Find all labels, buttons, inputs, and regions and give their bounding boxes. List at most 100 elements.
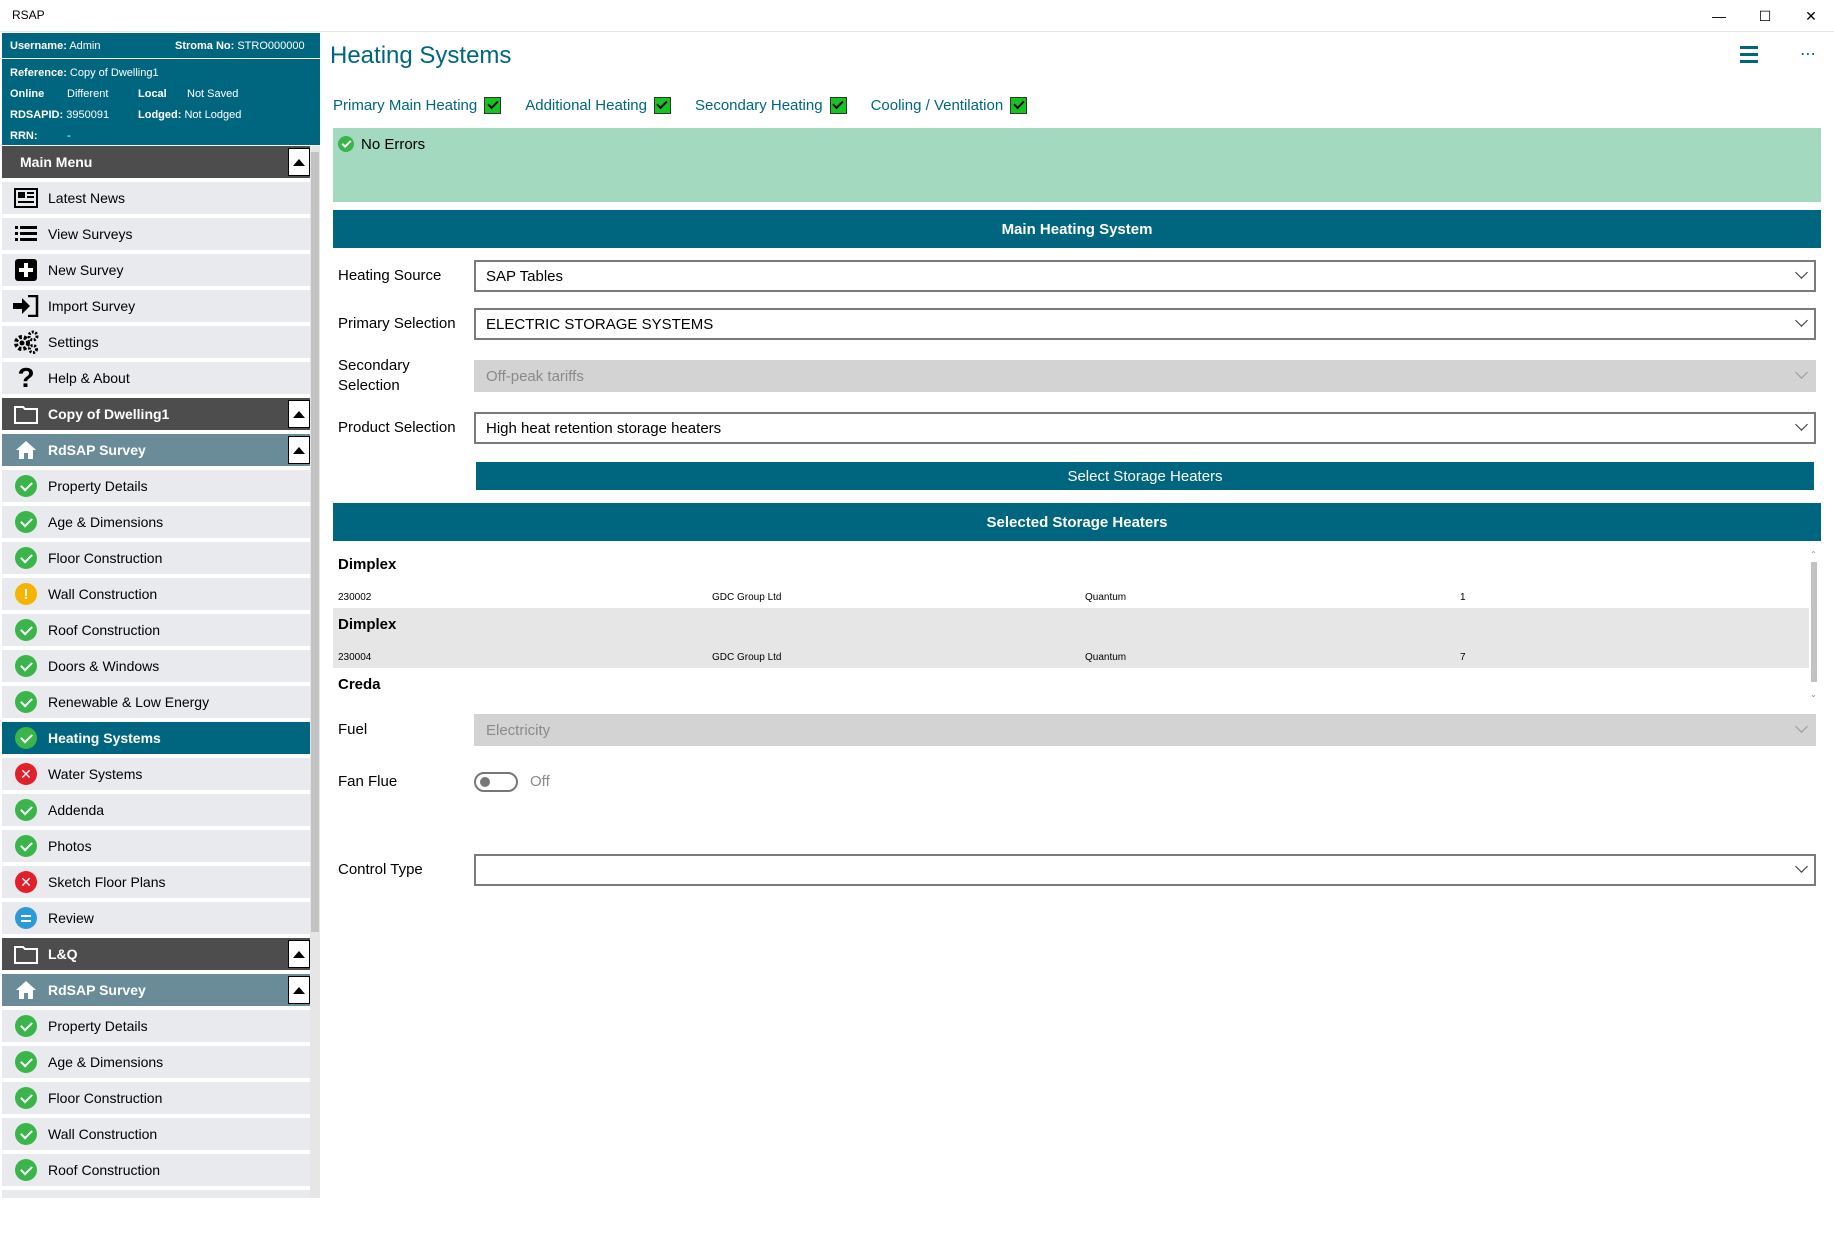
sidebar-item-label: Heating Systems [48, 730, 161, 746]
heater-list-scrollbar-thumb[interactable] [1811, 562, 1817, 682]
sidebar-item-wall-construction[interactable]: Wall Construction [2, 1118, 310, 1152]
heating-source-value: SAP Tables [486, 267, 563, 285]
menu-item-view-surveys[interactable]: View Surveys [2, 218, 310, 252]
menu-item-help-about[interactable]: ? Help & About [2, 362, 310, 396]
tab-secondary-heating[interactable]: Secondary Heating [695, 94, 847, 116]
fuel-select[interactable]: Electricity [474, 714, 1816, 746]
sidebar-item-review[interactable]: Review [2, 902, 310, 936]
fan-flue-state: Off [530, 773, 550, 790]
heater-manufacturer: GDC Group Ltd [712, 652, 782, 663]
heater-list-scrollbar[interactable]: ⌃ ⌄ [1809, 550, 1819, 702]
minimize-button[interactable]: — [1696, 0, 1742, 32]
scroll-up-icon[interactable]: ⌃ [1810, 550, 1817, 559]
dwelling-label: L&Q [48, 946, 78, 962]
tab-label: Cooling / Ventilation [870, 96, 1004, 114]
sidebar-item-addenda[interactable]: Addenda [2, 794, 310, 828]
sidebar-item-photos[interactable]: Photos [2, 830, 310, 864]
chevron-down-icon [1795, 720, 1808, 733]
sidebar-item-wall-construction[interactable]: ! Wall Construction [2, 578, 310, 612]
sidebar-scrollbar-thumb[interactable] [311, 152, 319, 932]
menu-item-label: Settings [48, 334, 99, 350]
menu-item-label: View Surveys [48, 226, 133, 242]
list-item[interactable]: Dimplex 230004 GDC Group Ltd Quantum 7 [333, 608, 1809, 668]
dwelling-header-copy-of-dwelling1[interactable]: Copy of Dwelling1 [2, 398, 310, 432]
sidebar-item-age-dimensions[interactable]: Age & Dimensions [2, 1046, 310, 1080]
menu-item-label: Help & About [48, 370, 130, 386]
sidebar-item-label: Floor Construction [48, 1090, 163, 1106]
sidebar-item-next[interactable] [2, 1190, 310, 1198]
status-message: No Errors [361, 136, 426, 153]
tab-primary-main-heating[interactable]: Primary Main Heating [333, 94, 502, 116]
secondary-selection-select[interactable]: Off-peak tariffs [474, 360, 1816, 392]
collapse-survey-button[interactable] [288, 436, 310, 464]
chevron-up-icon [293, 410, 305, 418]
control-type-select[interactable] [474, 854, 1816, 886]
heater-quantity: 1 [1460, 592, 1466, 603]
sidebar-item-floor-construction[interactable]: Floor Construction [2, 542, 310, 576]
primary-selection-select[interactable]: ELECTRIC STORAGE SYSTEMS [474, 308, 1816, 340]
collapse-survey-button[interactable] [288, 976, 310, 1004]
tab-cooling-ventilation[interactable]: Cooling / Ventilation [871, 94, 1028, 116]
heater-brand: Creda [338, 676, 381, 693]
sidebar-item-label: Photos [48, 838, 92, 854]
sidebar-item-doors-windows[interactable]: Doors & Windows [2, 650, 310, 684]
sidebar-menu: Main Menu Latest News View Surveys New S… [2, 146, 320, 1198]
collapse-dwelling-button[interactable] [288, 400, 310, 428]
close-button[interactable]: ✕ [1788, 0, 1834, 32]
primary-selection-value: ELECTRIC STORAGE SYSTEMS [486, 315, 714, 333]
dwelling-header-lq[interactable]: L&Q [2, 938, 310, 972]
product-selection-value: High heat retention storage heaters [486, 419, 722, 437]
sidebar-item-roof-construction[interactable]: Roof Construction [2, 1154, 310, 1188]
maximize-button[interactable]: ☐ [1742, 0, 1788, 32]
more-options-icon[interactable]: ⋯ [1800, 44, 1817, 64]
online-label: Online [10, 88, 45, 100]
main-menu-header[interactable]: Main Menu [2, 146, 310, 180]
survey-header-rdsap[interactable]: RdSAP Survey [2, 434, 310, 468]
sidebar-item-sketch-floor-plans[interactable]: ✕ Sketch Floor Plans [2, 866, 310, 900]
list-item[interactable]: Dimplex 230002 GDC Group Ltd Quantum 1 [333, 548, 1809, 608]
checkbox-checked-icon [1010, 96, 1028, 114]
fuel-label: Fuel [338, 721, 368, 738]
chevron-down-icon [1795, 860, 1808, 873]
check-icon [15, 1015, 37, 1037]
sidebar-item-water-systems[interactable]: ✕ Water Systems [2, 758, 310, 792]
scroll-down-icon[interactable]: ⌄ [1810, 690, 1817, 699]
tab-additional-heating[interactable]: Additional Heating [525, 94, 671, 116]
select-storage-heaters-button[interactable]: Select Storage Heaters [476, 462, 1814, 490]
sidebar-item-property-details[interactable]: Property Details [2, 470, 310, 504]
home-icon [12, 976, 40, 1004]
secondary-selection-value: Off-peak tariffs [486, 367, 584, 385]
list-item[interactable]: Creda [333, 668, 1809, 704]
product-selection-label: Product Selection [338, 419, 456, 436]
sidebar-item-label: Property Details [48, 1018, 148, 1034]
menu-item-new-survey[interactable]: New Survey [2, 254, 310, 288]
menu-item-import-survey[interactable]: Import Survey [2, 290, 310, 324]
chevron-down-icon [1795, 314, 1808, 327]
fan-flue-toggle[interactable] [474, 772, 518, 792]
chevron-down-icon [1795, 266, 1808, 279]
dwelling-info-panel: Username: Admin Stroma No: STRO000000 Re… [2, 33, 320, 145]
collapse-dwelling-button[interactable] [288, 940, 310, 968]
home-icon [12, 436, 40, 464]
list-icon [12, 220, 40, 248]
warning-icon: ! [15, 583, 37, 605]
sidebar-item-property-details[interactable]: Property Details [2, 1010, 310, 1044]
tab-label: Additional Heating [525, 96, 647, 114]
menu-item-latest-news[interactable]: Latest News [2, 182, 310, 216]
sidebar-item-renewable-low-energy[interactable]: Renewable & Low Energy [2, 686, 310, 720]
survey-header-rdsap[interactable]: RdSAP Survey [2, 974, 310, 1008]
product-selection-select[interactable]: High heat retention storage heaters [474, 412, 1816, 444]
tab-label: Primary Main Heating [333, 96, 478, 114]
sidebar-item-roof-construction[interactable]: Roof Construction [2, 614, 310, 648]
reference-value: Copy of Dwelling1 [69, 67, 159, 79]
hamburger-menu-icon[interactable] [1740, 46, 1762, 64]
reference-label: Reference: [10, 67, 67, 79]
sidebar-item-heating-systems[interactable]: Heating Systems [2, 722, 310, 756]
menu-item-settings[interactable]: Settings [2, 326, 310, 360]
collapse-main-menu-button[interactable] [288, 148, 310, 176]
gear-icon [12, 328, 40, 356]
tab-label: Secondary Heating [694, 96, 823, 114]
sidebar-item-floor-construction[interactable]: Floor Construction [2, 1082, 310, 1116]
sidebar-item-age-dimensions[interactable]: Age & Dimensions [2, 506, 310, 540]
heating-source-select[interactable]: SAP Tables [474, 260, 1816, 292]
